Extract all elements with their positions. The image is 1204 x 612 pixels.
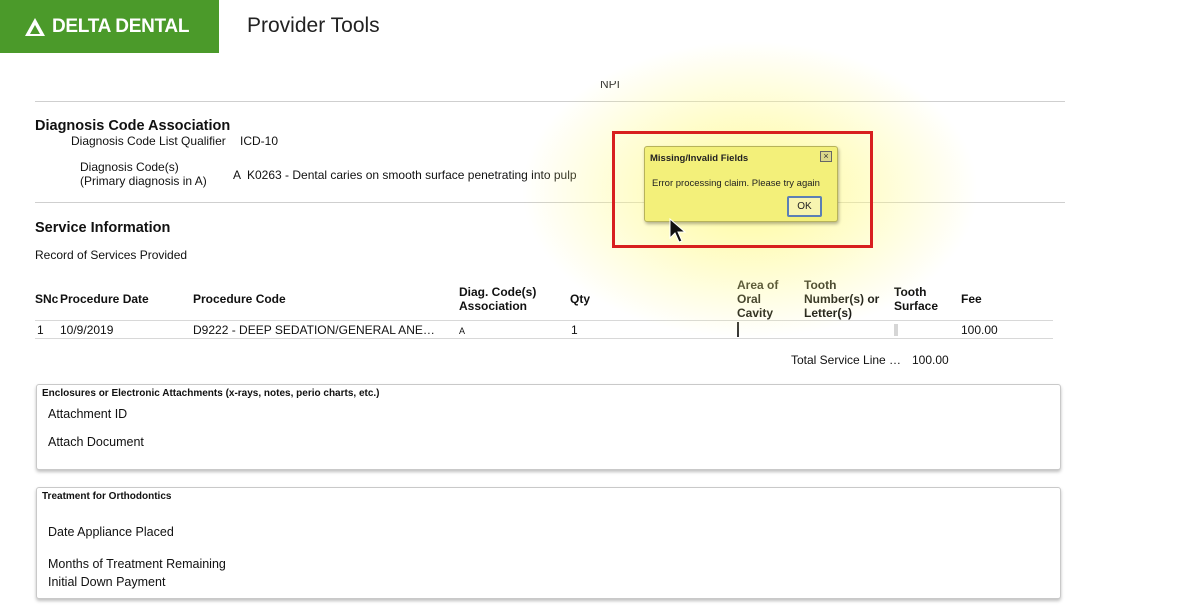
- orthodontics-title: Treatment for Orthodontics: [42, 491, 172, 502]
- divider: [35, 101, 1065, 102]
- orthodontics-panel: Treatment for Orthodontics Date Applianc…: [36, 487, 1061, 599]
- tooth-logo-icon: [25, 17, 45, 36]
- npi-label: NPI: [600, 77, 621, 91]
- col-header-area-line: Area of: [737, 278, 779, 292]
- divider: [35, 202, 1065, 203]
- col-header-diag: Diag. Code(s) Association: [459, 285, 536, 313]
- attach-document-label[interactable]: Attach Document: [48, 435, 144, 449]
- diagnosis-section-title: Diagnosis Code Association: [35, 118, 231, 134]
- cell-fee: 100.00: [961, 323, 998, 337]
- total-service-line-label: Total Service Line …: [791, 353, 902, 367]
- cell-sn: 1: [37, 323, 44, 337]
- cell-procedure-code[interactable]: D9222 - DEEP SEDATION/GENERAL ANE…: [193, 323, 435, 337]
- col-header-diag-line: Association: [459, 299, 528, 313]
- area-text-cursor[interactable]: [737, 322, 739, 337]
- col-header-area-line: Oral: [737, 292, 762, 306]
- attachment-id-label: Attachment ID: [48, 407, 128, 421]
- qualifier-label: Diagnosis Code List Qualifier: [71, 134, 226, 148]
- service-subtitle: Record of Services Provided: [35, 248, 188, 262]
- col-header-surface-line: Surface: [894, 299, 939, 313]
- col-header-tooth-line: Number(s) or: [804, 292, 880, 306]
- col-header-code: Procedure Code: [193, 292, 286, 306]
- surface-cell-mark[interactable]: [894, 324, 898, 336]
- dialog-message: Error processing claim. Please try again: [652, 178, 820, 189]
- table-row-rule: [35, 338, 1053, 339]
- logo-text: DELTA DENTAL: [52, 15, 190, 37]
- date-appliance-placed-label: Date Appliance Placed: [48, 525, 174, 539]
- col-header-tooth: Tooth Number(s) or Letter(s): [804, 278, 879, 320]
- primary-diagnosis-label: (Primary diagnosis in A): [80, 174, 207, 188]
- col-header-diag-line: Diag. Code(s): [459, 285, 537, 299]
- col-header-area-line: Cavity: [737, 306, 774, 320]
- total-service-line-value: 100.00: [912, 353, 949, 367]
- diagnosis-code-value: K0263 - Dental caries on smooth surface …: [247, 168, 577, 182]
- col-header-date: Procedure Date: [60, 292, 149, 306]
- months-remaining-label: Months of Treatment Remaining: [48, 557, 226, 571]
- col-header-qty: Qty: [570, 292, 591, 306]
- enclosures-title: Enclosures or Electronic Attachments (x-…: [42, 388, 380, 399]
- table-header-rule: [35, 320, 1053, 321]
- col-header-tooth-line: Letter(s): [804, 306, 853, 320]
- dialog-title: Missing/Invalid Fields: [650, 153, 749, 164]
- ok-button[interactable]: OK: [787, 196, 822, 217]
- enclosures-panel: Enclosures or Electronic Attachments (x-…: [36, 384, 1061, 470]
- col-header-tooth-line: Tooth: [804, 278, 837, 292]
- diagnosis-code-letter: A: [233, 168, 242, 182]
- cell-diag: A: [459, 326, 466, 336]
- app-title: Provider Tools: [247, 14, 380, 37]
- col-header-surface-line: Tooth: [894, 285, 927, 299]
- col-header-sn: SNc: [35, 292, 59, 306]
- diagnosis-codes-label: Diagnosis Code(s): [80, 160, 179, 174]
- delta-dental-logo[interactable]: DELTA DENTAL: [0, 0, 219, 53]
- initial-down-payment-label: Initial Down Payment: [48, 575, 166, 589]
- close-icon[interactable]: ×: [820, 151, 832, 162]
- service-section-title: Service Information: [35, 220, 171, 236]
- cell-date: 10/9/2019: [60, 323, 114, 337]
- cell-qty: 1: [571, 323, 578, 337]
- mouse-pointer-icon: [669, 218, 687, 243]
- qualifier-value: ICD-10: [240, 134, 279, 148]
- col-header-fee: Fee: [961, 292, 982, 306]
- missing-fields-dialog: Missing/Invalid Fields × Error processin…: [644, 146, 838, 222]
- col-header-surface: Tooth Surface: [894, 285, 938, 313]
- col-header-area: Area of Oral Cavity: [737, 278, 778, 320]
